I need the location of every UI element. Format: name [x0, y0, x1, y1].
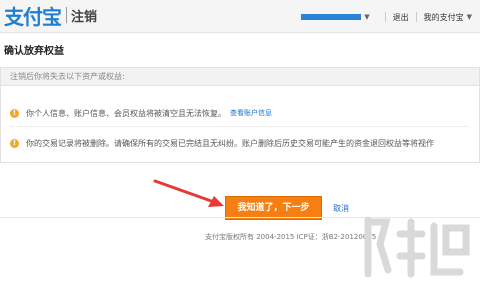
warning-icon: ! [10, 138, 19, 148]
view-account-info-link[interactable]: 查看账户信息 [230, 108, 272, 118]
my-alipay-link[interactable]: 我的支付宝 [424, 12, 464, 23]
top-bar: 支付宝 注销 ▼ 退出 我的支付宝 ▼ [0, 0, 480, 33]
warning-icon: ! [10, 108, 19, 118]
alipay-logo[interactable]: 支付宝 注销 [4, 2, 98, 29]
logo-divider [66, 7, 67, 23]
user-bar: ▼ 退出 我的支付宝 ▼ [301, 9, 480, 25]
notice-item: ! 你个人信息、账户信息、会员权益将被清空且无法恢复。 查看账户信息 [10, 106, 479, 120]
divider [384, 12, 386, 22]
page-title: 确认放弃权益 [4, 46, 64, 57]
chevron-down-icon[interactable]: ▼ [364, 13, 369, 21]
divider [415, 12, 417, 22]
notice-header: 注销后你将失去以下资产或权益: [1, 68, 479, 86]
notice-item-text: 你个人信息、账户信息、会员权益将被清空且无法恢复。 [26, 108, 226, 118]
watermark-logo [364, 216, 470, 278]
account-name-redacted[interactable] [301, 14, 362, 20]
section-title: 注销 [71, 9, 98, 25]
item-divider [10, 126, 469, 127]
copyright-text: 支付宝版权所有 2004-2015 ICP证：浙B2-20120045 [205, 233, 377, 241]
cancel-link[interactable]: 取消 [333, 203, 349, 214]
chevron-down-icon[interactable]: ▼ [467, 13, 472, 21]
logout-link[interactable]: 退出 [393, 12, 409, 23]
notice-item: ! 你的交易记录将被删除。请确保所有的交易已完结且无纠纷。账户删除后历史交易可能… [10, 136, 479, 150]
notice-item-text: 你的交易记录将被删除。请确保所有的交易已完结且无纠纷。账户删除后历史交易可能产生… [26, 138, 434, 148]
logo-mark: 支付宝 [4, 4, 62, 29]
notice-box: 注销后你将失去以下资产或权益: ! 你个人信息、账户信息、会员权益将被清空且无法… [0, 67, 480, 163]
